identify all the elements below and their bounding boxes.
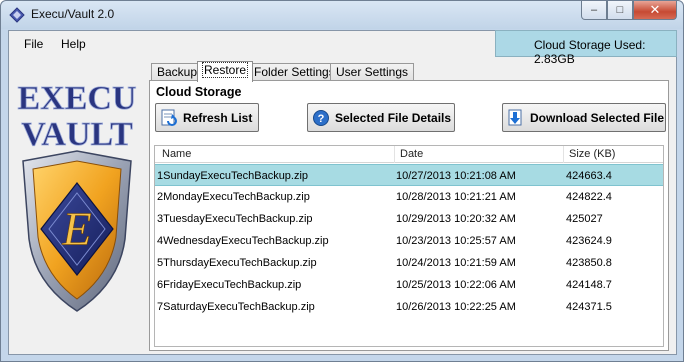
table-header: Name Date Size (KB) <box>155 146 663 163</box>
client-area: File Help Cloud Storage Used: 2.83GB EXE… <box>8 30 677 355</box>
cell-date: 10/27/2013 10:21:08 AM <box>396 170 516 182</box>
cell-date: 10/29/2013 10:20:32 AM <box>396 213 516 225</box>
window-controls: – □ ✕ <box>581 1 677 21</box>
download-icon <box>508 109 522 125</box>
execu-vault-logo: EXECU VAULT E <box>17 80 137 312</box>
refresh-list-label: Refresh List <box>183 110 253 125</box>
table-row[interactable]: 3TuesdayExecuTechBackup.zip 10/29/2013 1… <box>155 208 663 230</box>
app-icon <box>9 7 25 23</box>
cell-size: 423624.9 <box>566 235 612 247</box>
cell-name: 2MondayExecuTechBackup.zip <box>157 191 310 203</box>
minimize-button[interactable]: – <box>581 1 607 20</box>
menu-bar: File Help Cloud Storage Used: 2.83GB <box>9 30 677 66</box>
cell-size: 423850.8 <box>566 257 612 269</box>
window-title: Execu/Vault 2.0 <box>31 7 115 21</box>
close-button[interactable]: ✕ <box>633 1 677 20</box>
tab-restore-label: Restore <box>201 62 249 78</box>
table-row[interactable]: 4WednesdayExecuTechBackup.zip 10/23/2013… <box>155 230 663 252</box>
cell-size: 424371.5 <box>566 301 612 313</box>
download-selected-file-label: Download Selected File <box>530 110 665 125</box>
column-divider[interactable] <box>563 146 564 163</box>
download-selected-file-button[interactable]: Download Selected File <box>502 103 666 132</box>
svg-text:?: ? <box>318 113 325 125</box>
emblem-letter: E <box>61 203 91 256</box>
column-divider[interactable] <box>394 146 395 163</box>
table-row[interactable]: 5ThursdayExecuTechBackup.zip 10/24/2013 … <box>155 252 663 274</box>
cell-name: 7SaturdayExecuTechBackup.zip <box>157 301 315 313</box>
cell-name: 3TuesdayExecuTechBackup.zip <box>157 213 313 225</box>
table-row[interactable]: 6FridayExecuTechBackup.zip 10/25/2013 10… <box>155 274 663 296</box>
refresh-icon <box>161 109 177 126</box>
section-title: Cloud Storage <box>156 85 242 99</box>
column-header-date[interactable]: Date <box>400 148 423 160</box>
close-icon: ✕ <box>649 2 661 17</box>
table-row[interactable]: 2MondayExecuTechBackup.zip 10/28/2013 10… <box>155 186 663 208</box>
table-row[interactable]: 1SundayExecuTechBackup.zip 10/27/2013 10… <box>155 164 663 186</box>
maximize-button[interactable]: □ <box>607 1 633 20</box>
tab-folder-settings[interactable]: Folder Settings <box>248 63 341 81</box>
cell-size: 424822.4 <box>566 191 612 203</box>
cell-name: 4WednesdayExecuTechBackup.zip <box>157 235 329 247</box>
tab-restore[interactable]: Restore <box>197 61 254 82</box>
cell-name: 6FridayExecuTechBackup.zip <box>157 279 302 291</box>
restore-panel: Cloud Storage Refresh List ? Selected Fi… <box>149 80 669 351</box>
cell-size: 424663.4 <box>566 170 612 182</box>
cell-size: 424148.7 <box>566 279 612 291</box>
column-header-size[interactable]: Size (KB) <box>569 148 615 160</box>
minimize-icon: – <box>590 4 598 16</box>
tab-backup[interactable]: Backup <box>151 63 204 81</box>
logo-text-execu: EXECU <box>17 80 136 117</box>
cell-size: 425027 <box>566 213 603 225</box>
logo-text-vault: VAULT <box>21 116 133 153</box>
cell-date: 10/24/2013 10:21:59 AM <box>396 257 516 269</box>
title-bar[interactable]: Execu/Vault 2.0 – □ ✕ <box>1 1 683 29</box>
refresh-list-button[interactable]: Refresh List <box>155 103 259 132</box>
selected-file-details-button[interactable]: ? Selected File Details <box>307 103 455 132</box>
help-icon: ? <box>313 109 329 126</box>
maximize-icon: □ <box>616 4 624 16</box>
cell-name: 1SundayExecuTechBackup.zip <box>157 170 309 182</box>
cloud-files-table[interactable]: Name Date Size (KB) 1SundayExecuTechBack… <box>154 145 664 347</box>
menu-help[interactable]: Help <box>61 37 86 51</box>
table-row[interactable]: 7SaturdayExecuTechBackup.zip 10/26/2013 … <box>155 296 663 318</box>
selected-file-details-label: Selected File Details <box>335 110 452 125</box>
storage-used-status: Cloud Storage Used: 2.83GB <box>495 30 677 66</box>
cell-name: 5ThursdayExecuTechBackup.zip <box>157 257 317 269</box>
app-window: Execu/Vault 2.0 – □ ✕ File Help Cloud St… <box>0 0 684 362</box>
cell-date: 10/26/2013 10:22:25 AM <box>396 301 516 313</box>
column-header-name[interactable]: Name <box>162 148 191 160</box>
tab-user-settings[interactable]: User Settings <box>330 63 415 81</box>
cell-date: 10/28/2013 10:21:21 AM <box>396 191 516 203</box>
cell-date: 10/25/2013 10:22:06 AM <box>396 279 516 291</box>
cell-date: 10/23/2013 10:25:57 AM <box>396 235 516 247</box>
menu-file[interactable]: File <box>24 37 43 51</box>
